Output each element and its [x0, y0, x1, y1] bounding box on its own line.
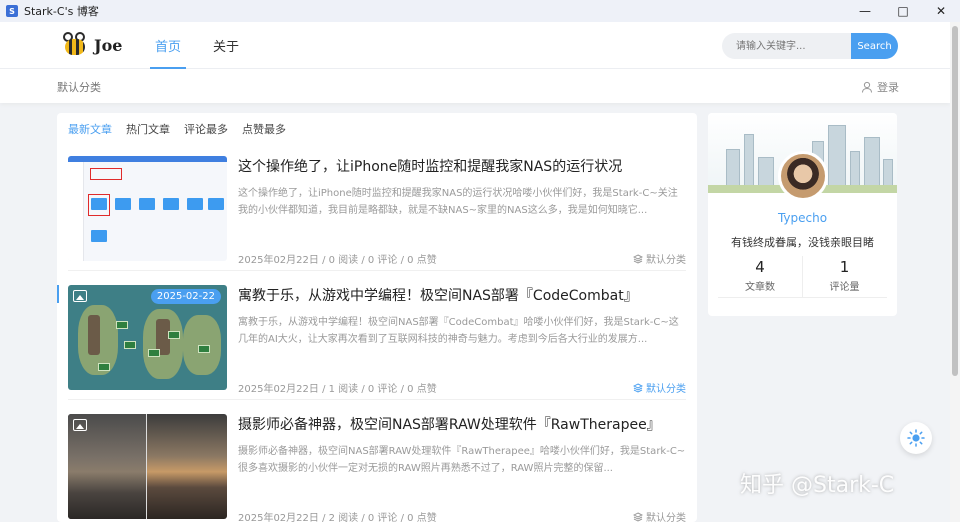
search-button[interactable]: Search — [851, 33, 898, 59]
post-meta: 2025年02月22日 / 2 阅读 / 0 评论 / 0 点赞 — [238, 513, 437, 522]
stat-comments-label: 评论量 — [829, 282, 860, 293]
logo-text: Joe — [94, 35, 123, 55]
author-name[interactable]: Typecho — [708, 211, 897, 225]
tab-most-likes[interactable]: 点赞最多 — [242, 121, 286, 137]
maximize-button[interactable]: □ — [884, 0, 922, 22]
scrollbar-thumb[interactable] — [952, 26, 958, 376]
site-header: Joe 首页 关于 Search — [0, 22, 950, 69]
post-item[interactable]: 2025-02-22 寓教于乐，从游戏中学编程！极空间NAS部署『CodeCom… — [57, 272, 697, 400]
user-icon — [862, 81, 872, 93]
author-motto: 有钱终成眷属，没钱亲眼目睹 — [731, 236, 874, 249]
post-title[interactable]: 寓教于乐，从游戏中学编程！极空间NAS部署『CodeCombat』 — [238, 285, 688, 305]
window-controls: — □ ✕ — [846, 0, 960, 22]
post-category-link[interactable]: 默认分类 — [633, 509, 686, 522]
image-icon — [73, 290, 87, 302]
category-bar: 默认分类 登录 — [0, 69, 950, 103]
post-excerpt: 这个操作绝了，让iPhone随时监控和提醒我家NAS的运行状况哈喽小伙伴们好，我… — [238, 188, 678, 216]
category-link-default[interactable]: 默认分类 — [57, 79, 101, 95]
active-post-indicator — [57, 285, 59, 303]
stat-comments-value: 1 — [839, 258, 850, 276]
close-button[interactable]: ✕ — [922, 0, 960, 22]
post-title[interactable]: 摄影师必备神器，极空间NAS部署RAW处理软件『RawTherapee』 — [238, 414, 688, 434]
post-category-label: 默认分类 — [646, 384, 686, 395]
site-logo[interactable]: Joe — [58, 30, 122, 60]
author-card: Typecho 有钱终成眷属，没钱亲眼目睹 4 文章数 1 评论量 — [708, 113, 897, 316]
tab-hot[interactable]: 热门文章 — [126, 121, 170, 137]
watermark: 知乎 @Stark-C — [740, 473, 895, 498]
layers-icon — [633, 382, 643, 393]
post-meta: 2025年02月22日 / 1 阅读 / 0 评论 / 0 点赞 — [238, 384, 437, 395]
post-item[interactable]: 摄影师必备神器，极空间NAS部署RAW处理软件『RawTherapee』 摄影师… — [57, 401, 697, 522]
page-scrollbar[interactable] — [950, 22, 960, 522]
layers-icon — [633, 511, 643, 522]
minimize-button[interactable]: — — [846, 0, 884, 22]
sun-icon — [907, 429, 925, 447]
nav-about[interactable]: 关于 — [208, 22, 244, 69]
post-thumbnail[interactable] — [68, 156, 227, 261]
post-category-label: 默认分类 — [646, 513, 686, 522]
post-thumbnail[interactable]: 2025-02-22 — [68, 285, 227, 390]
stat-posts-label: 文章数 — [745, 282, 775, 293]
post-category-link[interactable]: 默认分类 — [633, 251, 686, 266]
post-category-label: 默认分类 — [646, 255, 686, 266]
theme-toggle-button[interactable] — [900, 422, 932, 454]
search-box: Search — [722, 33, 898, 59]
post-excerpt: 寓教于乐，从游戏中学编程！极空间NAS部署『CodeCombat』哈喽小伙伴们好… — [238, 317, 679, 345]
stat-comments: 1 评论量 — [802, 256, 886, 297]
post-thumbnail[interactable] — [68, 414, 227, 519]
image-icon — [73, 419, 87, 431]
avatar[interactable] — [778, 151, 828, 201]
nav-home[interactable]: 首页 — [150, 22, 187, 69]
main-nav: 首页 关于 — [150, 22, 266, 69]
post-date-badge: 2025-02-22 — [150, 289, 221, 304]
tab-latest[interactable]: 最新文章 — [68, 121, 112, 137]
post-item[interactable]: 这个操作绝了，让iPhone随时监控和提醒我家NAS的运行状况 这个操作绝了，让… — [57, 143, 697, 271]
author-stats: 4 文章数 1 评论量 — [718, 256, 887, 298]
post-category-link[interactable]: 默认分类 — [633, 380, 686, 395]
stat-posts-value: 4 — [755, 258, 765, 276]
bee-logo-icon — [58, 30, 92, 60]
stat-posts: 4 文章数 — [718, 256, 802, 297]
post-meta: 2025年02月22日 / 0 阅读 / 0 评论 / 0 点赞 — [238, 255, 437, 266]
post-list-panel: 最新文章 热门文章 评论最多 点赞最多 这个操作绝了，让iPhone随时监控和提… — [57, 113, 697, 522]
post-tabs: 最新文章 热门文章 评论最多 点赞最多 — [68, 121, 300, 137]
login-label: 登录 — [877, 81, 899, 94]
tab-most-comments[interactable]: 评论最多 — [184, 121, 228, 137]
app-icon: S — [6, 5, 18, 17]
search-input[interactable] — [722, 33, 851, 59]
post-excerpt: 摄影师必备神器，极空间NAS部署RAW处理软件『RawTherapee』哈喽小伙… — [238, 446, 686, 474]
window-title-bar: S Stark-C's 博客 — □ ✕ — [0, 0, 960, 22]
layers-icon — [633, 253, 643, 264]
login-link[interactable]: 登录 — [861, 79, 899, 95]
post-title[interactable]: 这个操作绝了，让iPhone随时监控和提醒我家NAS的运行状况 — [238, 156, 688, 176]
window-title: Stark-C's 博客 — [24, 5, 99, 18]
